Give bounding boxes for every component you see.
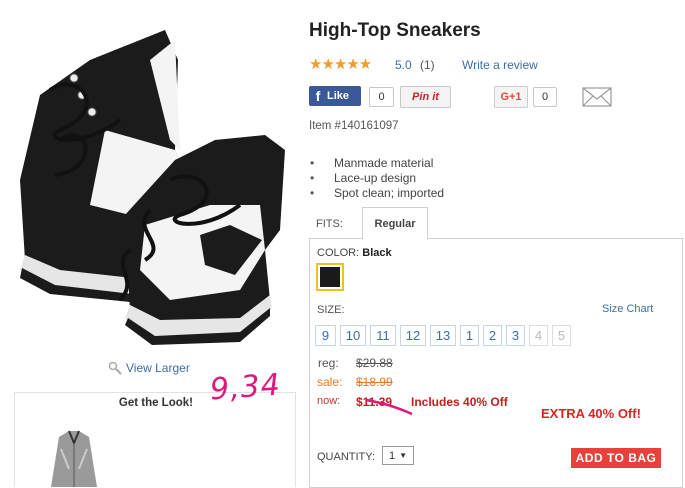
size-chart-link[interactable]: Size Chart [602,303,653,315]
handwritten-strike-mark [365,398,413,416]
sale-price-label: sale: [317,375,343,389]
regular-price-label: reg: [318,356,339,370]
rating-value[interactable]: 5.0 [395,58,412,72]
view-larger-link[interactable]: View Larger [108,361,190,375]
color-value: Black [362,247,392,259]
size-label: SIZE: [317,304,345,316]
write-review-link[interactable]: Write a review [462,58,538,72]
email-icon[interactable] [582,87,612,107]
item-number: Item #140161097 [309,120,399,132]
pinterest-button[interactable]: Pin it [400,86,451,108]
feature-list: Manmade material Lace-up design Spot cle… [310,156,444,201]
facebook-like-count: 0 [369,87,394,107]
review-count: (1) [420,58,435,72]
jacket-thumbnail[interactable] [49,429,99,487]
handwritten-annotation: 9,34 [208,367,282,408]
product-title: High-Top Sneakers [309,20,481,41]
extra-discount-badge: EXTRA 40% Off! [541,406,641,421]
facebook-like-label: Like [327,90,350,102]
chevron-down-icon: ▼ [399,451,408,460]
star-rating-icon: ★★★★★ [309,56,372,73]
size-option[interactable]: 13 [430,325,456,346]
feature-item: Manmade material [310,156,444,171]
quantity-select[interactable]: 1 ▼ [382,446,414,465]
size-selector: 9 10 11 12 13 1 2 3 4 5 [315,325,571,346]
discount-note: Includes 40% Off [411,395,508,409]
feature-item: Lace-up design [310,171,444,186]
feature-item: Spot clean; imported [310,186,444,201]
magnifier-icon [108,361,122,375]
facebook-icon: f [315,88,321,104]
get-the-look-title: Get the Look! [118,397,193,409]
sale-price: $18.99 [356,375,393,389]
size-option[interactable]: 1 [460,325,479,346]
google-plus-button[interactable]: G+1 [494,86,528,108]
get-the-look-panel: Get the Look! [14,392,296,487]
add-to-bag-button[interactable]: ADD TO BAG [571,448,661,468]
google-plus-count: 0 [533,87,557,107]
color-label: COLOR: Black [317,247,392,259]
size-option[interactable]: 2 [483,325,502,346]
size-option[interactable]: 12 [400,325,426,346]
quantity-value: 1 [388,449,396,462]
now-price-label: now: [317,395,341,407]
size-option[interactable]: 9 [315,325,336,346]
color-swatch-black[interactable] [316,263,344,291]
size-option-unavailable: 4 [529,325,548,346]
size-option[interactable]: 10 [340,325,366,346]
size-option[interactable]: 3 [506,325,525,346]
regular-price: $29.88 [356,356,393,370]
facebook-like-button[interactable]: f Like [309,86,361,106]
size-option-unavailable: 5 [552,325,571,346]
quantity-label: QUANTITY: [317,451,376,463]
product-image[interactable] [0,0,300,350]
color-label-text: COLOR: [317,247,360,259]
view-larger-label: View Larger [126,361,190,375]
fits-label: FITS: [316,218,343,230]
size-option[interactable]: 11 [370,325,396,346]
tab-regular-fit[interactable]: Regular [362,207,428,240]
